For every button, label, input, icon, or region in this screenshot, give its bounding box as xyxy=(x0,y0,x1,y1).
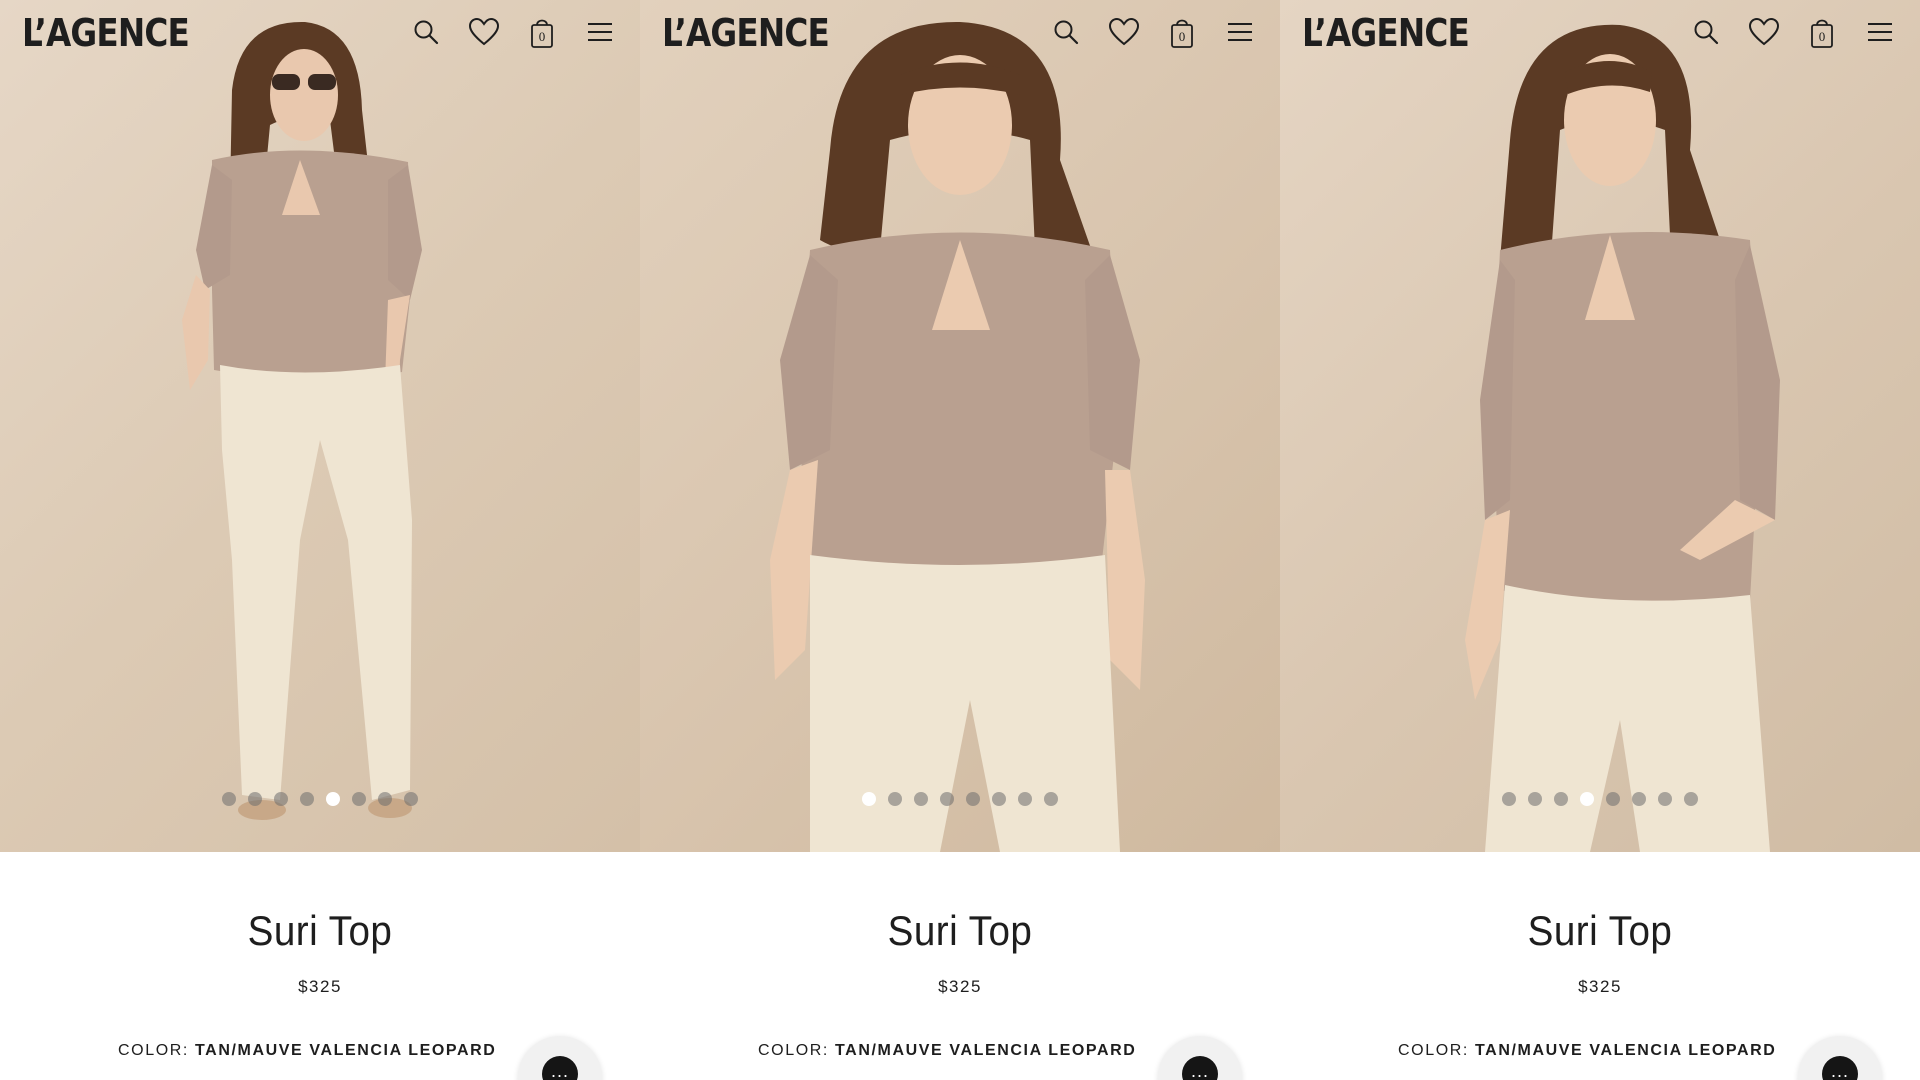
menu-icon[interactable] xyxy=(1222,14,1258,50)
carousel-dot[interactable] xyxy=(966,792,980,806)
chat-button[interactable]: ... xyxy=(1798,1036,1882,1080)
chat-dots-icon: ... xyxy=(1182,1056,1218,1080)
brand-logo[interactable]: L’AGENCE xyxy=(662,10,830,56)
product-panel-1: L’AGENCE 0 Suri Top $325 COLOR: TAN/MAUV… xyxy=(0,0,640,1080)
carousel-dots xyxy=(640,792,1280,806)
carousel-dot[interactable] xyxy=(1658,792,1672,806)
bag-icon[interactable]: 0 xyxy=(1804,14,1840,50)
product-color: COLOR: TAN/MAUVE VALENCIA LEOPARD xyxy=(1398,1042,1776,1060)
product-color: COLOR: TAN/MAUVE VALENCIA LEOPARD xyxy=(118,1042,496,1060)
heart-icon[interactable] xyxy=(466,14,502,50)
product-panel-2: L’AGENCE 0 Suri Top $325 COLOR: TAN/MAUV… xyxy=(640,0,1280,1080)
carousel-dot[interactable] xyxy=(300,792,314,806)
carousel-dot[interactable] xyxy=(1684,792,1698,806)
product-image-carousel[interactable]: L’AGENCE 0 xyxy=(640,0,1280,852)
search-icon[interactable] xyxy=(408,14,444,50)
product-photo-side-angle xyxy=(1465,24,1780,852)
header-icons: 0 xyxy=(408,14,618,50)
header-icons: 0 xyxy=(1048,14,1258,50)
brand-logo[interactable]: L’AGENCE xyxy=(22,10,190,56)
carousel-dot-active[interactable] xyxy=(1580,792,1594,806)
product-photo-front-closeup xyxy=(770,21,1145,852)
chat-button[interactable]: ... xyxy=(518,1036,602,1080)
color-label: COLOR: xyxy=(118,1042,189,1059)
carousel-dot[interactable] xyxy=(222,792,236,806)
bag-icon[interactable]: 0 xyxy=(524,14,560,50)
product-title: Suri Top xyxy=(247,907,393,954)
product-title: Suri Top xyxy=(1527,907,1673,954)
carousel-dot[interactable] xyxy=(1554,792,1568,806)
search-icon[interactable] xyxy=(1048,14,1084,50)
product-price: $325 xyxy=(1578,977,1622,996)
product-price: $325 xyxy=(298,977,342,996)
product-price: $325 xyxy=(938,977,982,996)
carousel-dot-active[interactable] xyxy=(326,792,340,806)
carousel-dot[interactable] xyxy=(1528,792,1542,806)
brand-logo[interactable]: L’AGENCE xyxy=(1302,10,1470,56)
carousel-dot[interactable] xyxy=(352,792,366,806)
product-color: COLOR: TAN/MAUVE VALENCIA LEOPARD xyxy=(758,1042,1136,1060)
product-image-carousel[interactable]: L’AGENCE 0 xyxy=(0,0,640,852)
product-info: Suri Top $325 COLOR: TAN/MAUVE VALENCIA … xyxy=(0,852,640,1080)
carousel-dot[interactable] xyxy=(378,792,392,806)
carousel-dot[interactable] xyxy=(914,792,928,806)
carousel-dot[interactable] xyxy=(274,792,288,806)
color-value: TAN/MAUVE VALENCIA LEOPARD xyxy=(195,1042,497,1059)
color-label: COLOR: xyxy=(758,1042,829,1059)
menu-icon[interactable] xyxy=(1862,14,1898,50)
product-image-carousel[interactable]: L’AGENCE 0 xyxy=(1280,0,1920,852)
carousel-dots xyxy=(0,792,640,806)
chat-dots-icon: ... xyxy=(542,1056,578,1080)
header-icons: 0 xyxy=(1688,14,1898,50)
carousel-dot[interactable] xyxy=(992,792,1006,806)
chat-dots-icon: ... xyxy=(1822,1056,1858,1080)
chat-button[interactable]: ... xyxy=(1158,1036,1242,1080)
search-icon[interactable] xyxy=(1688,14,1724,50)
carousel-dot[interactable] xyxy=(1502,792,1516,806)
product-info: Suri Top $325 COLOR: TAN/MAUVE VALENCIA … xyxy=(640,852,1280,1080)
menu-icon[interactable] xyxy=(582,14,618,50)
carousel-dot[interactable] xyxy=(1044,792,1058,806)
carousel-dot[interactable] xyxy=(1632,792,1646,806)
product-title: Suri Top xyxy=(887,907,1033,954)
carousel-dot[interactable] xyxy=(248,792,262,806)
carousel-dot[interactable] xyxy=(1606,792,1620,806)
color-value: TAN/MAUVE VALENCIA LEOPARD xyxy=(835,1042,1137,1059)
bag-count: 0 xyxy=(538,29,546,44)
carousel-dot-active[interactable] xyxy=(862,792,876,806)
carousel-dot[interactable] xyxy=(888,792,902,806)
bag-count: 0 xyxy=(1178,29,1186,44)
product-panel-3: L’AGENCE 0 Suri Top $325 COLOR: TAN/MAUV… xyxy=(1280,0,1920,1080)
carousel-dot[interactable] xyxy=(404,792,418,806)
product-photo-full-length xyxy=(182,21,422,820)
heart-icon[interactable] xyxy=(1106,14,1142,50)
color-label: COLOR: xyxy=(1398,1042,1469,1059)
color-value: TAN/MAUVE VALENCIA LEOPARD xyxy=(1475,1042,1777,1059)
bag-icon[interactable]: 0 xyxy=(1164,14,1200,50)
heart-icon[interactable] xyxy=(1746,14,1782,50)
carousel-dot[interactable] xyxy=(1018,792,1032,806)
carousel-dot[interactable] xyxy=(940,792,954,806)
bag-count: 0 xyxy=(1818,29,1826,44)
carousel-dots xyxy=(1280,792,1920,806)
product-info: Suri Top $325 COLOR: TAN/MAUVE VALENCIA … xyxy=(1280,852,1920,1080)
